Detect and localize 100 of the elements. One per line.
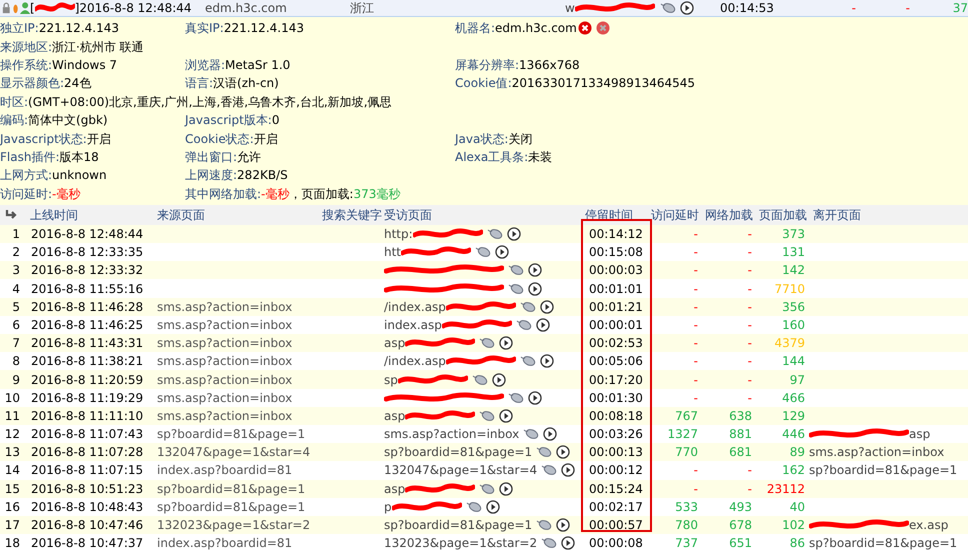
info-value: 373毫秒 [353,186,400,202]
timing-value: - [746,244,752,260]
row-number: 18 [4,535,20,552]
stay-time: 00:17:20 [588,372,644,388]
mouse-icon[interactable] [508,392,524,404]
timing-value: - [692,390,698,406]
source-page: sms.asp?action=inbox [157,408,292,423]
column-header[interactable]: 受访页面 [384,206,585,223]
play-icon[interactable] [556,518,570,532]
timing-value: 638 [728,408,752,424]
mouse-icon[interactable] [536,519,552,531]
online-time: 2016-8-8 11:46:25 [30,316,144,333]
mouse-icon[interactable] [486,228,503,240]
mouse-icon[interactable] [536,446,552,458]
play-icon[interactable] [543,427,558,442]
play-icon[interactable] [680,1,694,15]
play-icon[interactable] [499,408,514,423]
mouse-icon[interactable] [541,464,558,476]
timing-value: - [904,0,910,16]
timing-value: 1327 [666,426,698,442]
row-number: 7 [11,335,20,352]
timing-value: - [746,298,752,315]
timing-value: - [746,262,752,278]
play-icon[interactable] [495,245,510,260]
play-icon[interactable] [528,390,542,405]
timing-value: 102 [781,517,805,533]
play-icon[interactable] [556,445,570,460]
source-page: sms.asp?action=inbox [157,300,292,314]
info-label: 来源地区: [0,38,52,55]
mouse-icon[interactable] [475,246,492,258]
play-icon[interactable] [561,536,576,550]
source-page: index.asp?boardid=81 [157,463,292,478]
timing-value: 37 [952,0,968,16]
visited-page: sms.asp?action=inbox [384,426,520,442]
column-header[interactable]: 页面加载 [759,206,813,223]
mouse-icon[interactable] [520,300,536,313]
row-number: 11 [4,408,20,424]
column-header[interactable]: 离开页面 [813,206,861,223]
stay-time: 00:03:26 [588,426,644,442]
lock-icon [2,1,11,15]
mouse-icon[interactable] [660,2,676,14]
play-icon[interactable] [528,282,542,296]
play-icon[interactable] [540,300,554,314]
online-time: 2016-8-8 12:33:32 [30,262,144,278]
info-label: 真实IP: [185,20,224,36]
row-number: 16 [4,498,20,515]
info-value: 未装 [528,148,552,165]
row-number: 17 [4,517,20,533]
info-value: edm.h3c.com [495,20,577,36]
visited-page: asp [384,480,406,497]
column-header[interactable]: 访问延时 [651,206,705,223]
timing-value: 533 [674,498,698,515]
mouse-icon[interactable] [541,537,558,550]
return-arrow-icon[interactable] [5,208,19,221]
visited-page: p [384,498,392,515]
mouse-icon[interactable] [508,282,524,295]
play-icon[interactable] [499,482,514,496]
play-icon[interactable] [492,372,506,386]
online-time: 2016-8-8 11:38:21 [30,353,144,370]
timing-value: 466 [781,390,805,406]
row-number: 15 [4,480,20,497]
info-value: 0 [272,112,280,128]
play-icon[interactable] [528,263,542,278]
column-header[interactable]: 上线时间 [30,206,157,223]
timing-value: 142 [781,262,805,278]
play-icon[interactable] [499,336,514,350]
row-number: 5 [11,298,20,315]
play-icon[interactable] [540,354,554,368]
info-value: 221.12.4.143 [224,20,304,36]
mouse-icon[interactable] [466,500,482,513]
column-header[interactable]: 网络加载 [705,206,759,223]
timing-value: - [692,372,698,388]
play-icon[interactable] [486,500,500,514]
mouse-icon[interactable] [479,337,496,350]
play-icon[interactable] [561,463,576,478]
mouse-icon[interactable] [520,355,536,368]
mouse-icon[interactable] [479,482,496,495]
source-page: sms.asp?action=inbox [157,390,292,405]
timing-value: - [692,280,698,297]
mouse-icon[interactable] [479,410,496,422]
info-label: Cookie值: [455,75,512,92]
stay-time: 00:01:01 [588,280,644,297]
source-page: sms.asp?action=inbox [157,354,292,368]
column-header[interactable]: 搜索关键字 [317,206,384,223]
delete-icon[interactable] [578,21,592,36]
mouse-icon[interactable] [516,318,532,331]
row-number: 8 [11,353,20,370]
mouse-icon[interactable] [508,264,524,276]
timing-value: - [746,280,752,297]
column-header[interactable]: 来源页面 [157,206,317,223]
play-icon[interactable] [506,227,521,241]
row-number: 2 [11,244,20,260]
info-label: Javascript版本: [185,112,272,128]
mouse-icon[interactable] [523,428,540,440]
timing-value: - [692,262,698,278]
mouse-icon[interactable] [472,374,488,386]
timing-value: - [692,462,698,478]
block-icon[interactable] [596,21,610,36]
play-icon[interactable] [536,318,550,332]
row-number: 3 [11,262,20,278]
